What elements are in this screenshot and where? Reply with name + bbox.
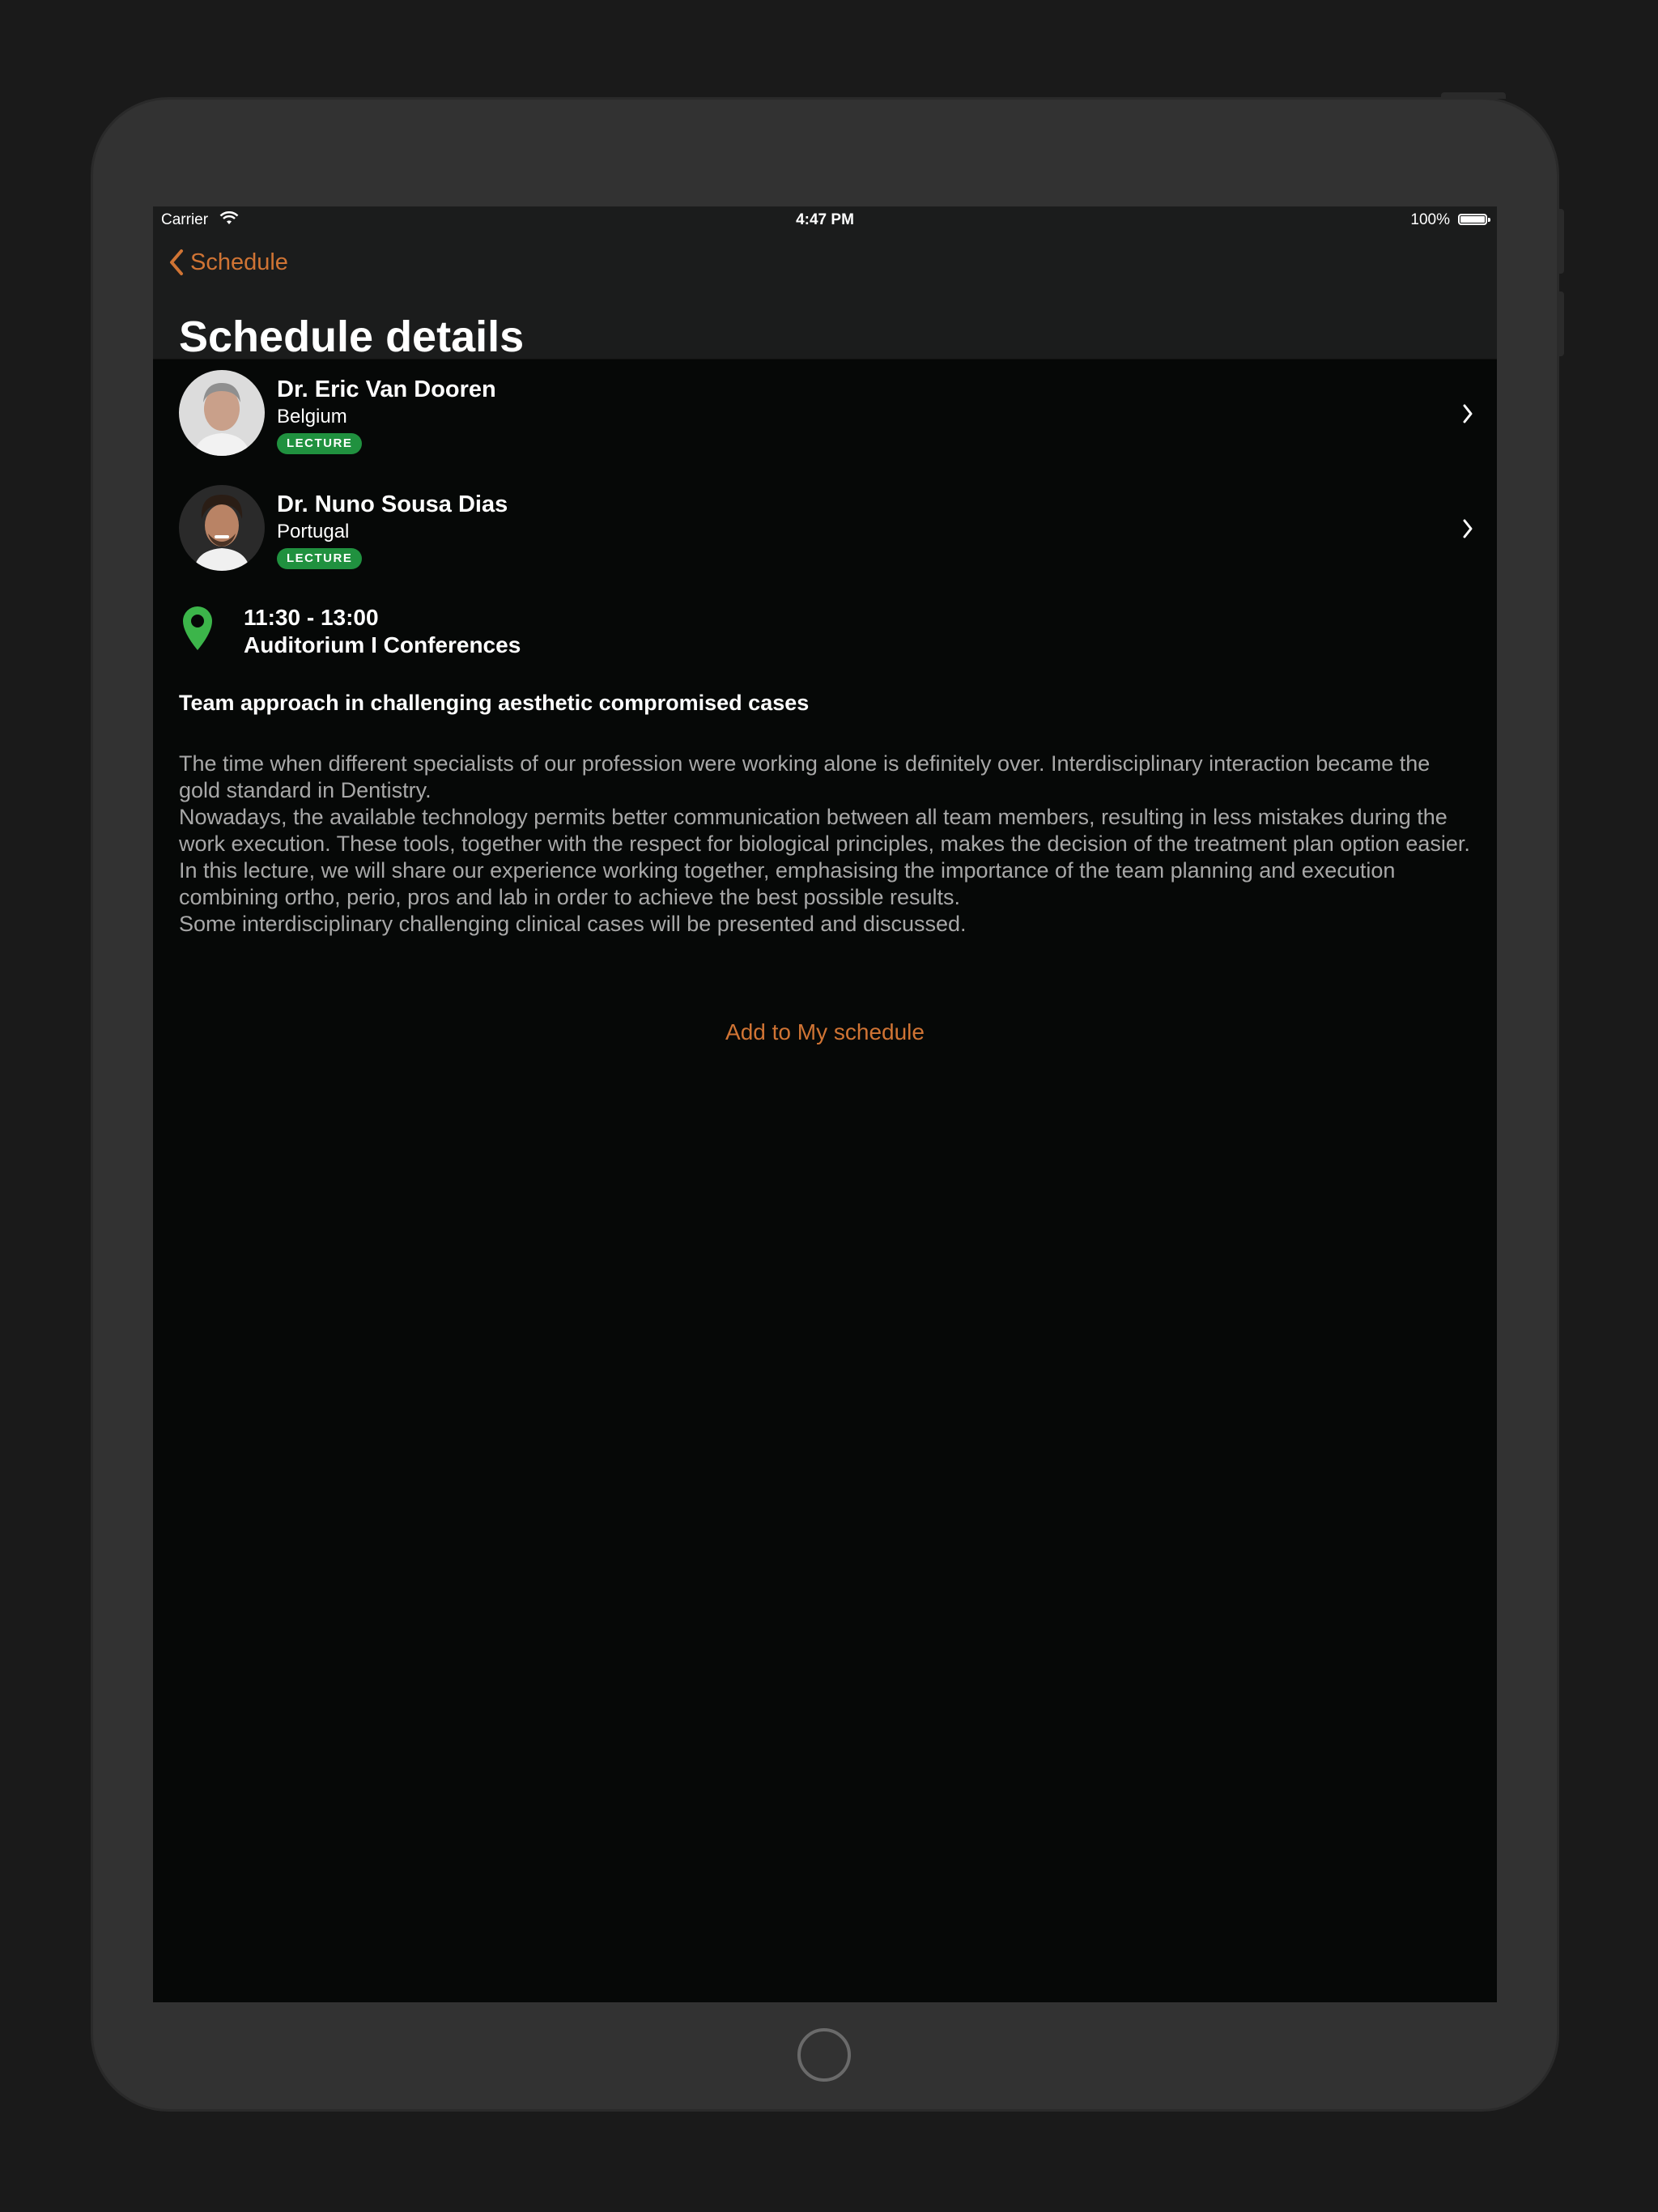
clock: 4:47 PM (796, 211, 854, 228)
navigation-bar: Schedule Schedule details (153, 234, 1497, 359)
back-label: Schedule (190, 249, 288, 275)
speaker-row[interactable]: Dr. Nuno Sousa Dias Portugal LECTURE (153, 474, 1497, 587)
session-title: Team approach in challenging aesthetic c… (179, 691, 810, 715)
add-to-my-schedule-button[interactable]: Add to My schedule (153, 1019, 1497, 1045)
session-description: The time when different specialists of o… (179, 751, 1470, 936)
speaker-name: Dr. Eric Van Dooren (277, 376, 496, 402)
speaker-country: Belgium (277, 406, 347, 428)
battery-icon (1458, 214, 1490, 225)
session-location: 11:30 - 13:00 Auditorium I Conferences (153, 595, 1497, 660)
volume-up-button (1558, 209, 1564, 274)
avatar (179, 370, 265, 456)
volume-down-button (1558, 291, 1564, 356)
session-time: 11:30 - 13:00 (244, 605, 379, 630)
home-button[interactable] (797, 2028, 851, 2082)
speaker-country: Portugal (277, 521, 350, 542)
back-button[interactable]: Schedule (168, 249, 288, 276)
chevron-right-icon (1463, 519, 1473, 538)
session-room: Auditorium I Conferences (244, 632, 521, 657)
chevron-right-icon (1463, 404, 1473, 423)
battery-percentage: 100% (1410, 211, 1450, 228)
session-type-badge: LECTURE (277, 548, 363, 569)
speaker-name: Dr. Nuno Sousa Dias (277, 491, 508, 517)
session-type-badge: LECTURE (277, 433, 363, 454)
map-pin-icon (183, 606, 212, 650)
avatar (179, 485, 265, 571)
chevron-left-icon (170, 249, 183, 275)
speaker-row[interactable]: Dr. Eric Van Dooren Belgium LECTURE (153, 359, 1497, 472)
power-button (1441, 92, 1506, 99)
page-title: Schedule details (179, 313, 525, 361)
screen: Carrier 4:47 PM 100% Schedule Schedule d… (153, 206, 1497, 2002)
status-bar: Carrier 4:47 PM 100% (153, 206, 1497, 234)
